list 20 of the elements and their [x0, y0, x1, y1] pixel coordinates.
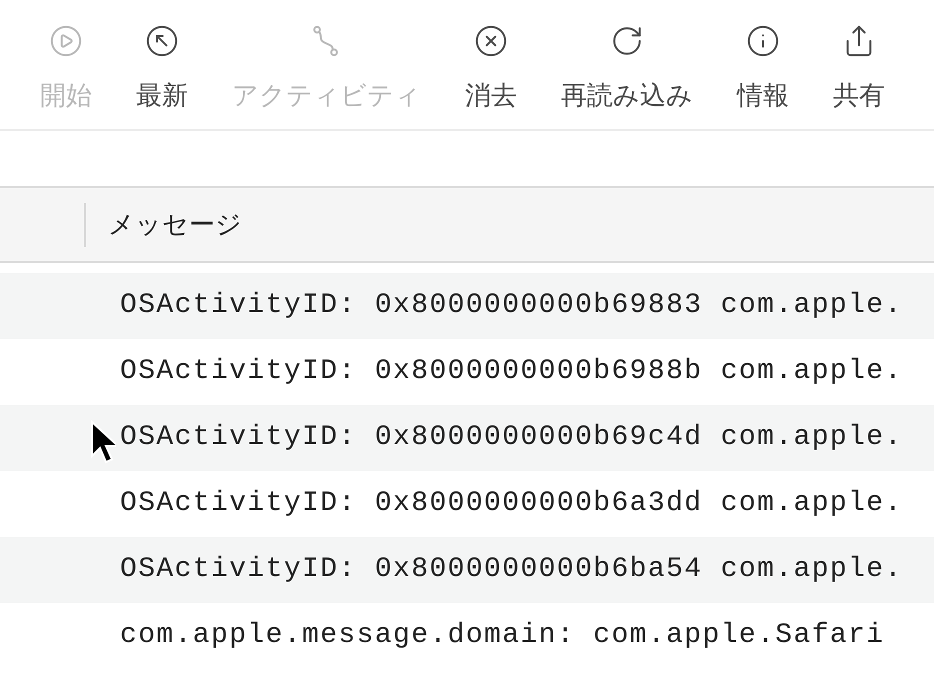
- toolbar-button[interactable]: 最新: [136, 0, 188, 129]
- info-icon: [746, 24, 780, 58]
- pointer-icon: [90, 420, 116, 466]
- log-row[interactable]: OSActivityID: 0x8000000000b69c4d com.apple.: [0, 405, 934, 471]
- log-message: OSActivityID: 0x8000000000b69c4d com.apple.: [120, 421, 903, 455]
- arrow-up-left-icon: [145, 24, 179, 58]
- toolbar-button[interactable]: 共有: [833, 0, 885, 129]
- toolbar-button[interactable]: 再読み込み: [561, 0, 693, 129]
- log-message: OSActivityID: 0x8000000000b6ba54 com.apple.: [120, 553, 903, 587]
- log-message: OSActivityID: 0x8000000000b6988b com.apple.: [120, 355, 903, 389]
- log-message: OSActivityID: 0x8000000000b6a3dd com.apple.: [120, 487, 903, 521]
- toolbar-button[interactable]: 情報: [737, 0, 789, 129]
- clear-icon: [474, 24, 508, 58]
- toolbar-button[interactable]: 消去: [465, 0, 517, 129]
- column-header[interactable]: メッセージ: [108, 205, 242, 244]
- log-row[interactable]: OSActivityID: 0x8000000000b69883 com.apple.: [0, 273, 934, 339]
- play-icon: [49, 24, 83, 58]
- log-message: com.apple.message.domain: com.apple.Safari: [120, 619, 885, 653]
- log-message: OSActivityID: 0x8000000000b69883 com.apple.: [120, 289, 903, 323]
- log-row[interactable]: OSActivityID: 0x8000000000b6ba54 com.apple.: [0, 537, 934, 603]
